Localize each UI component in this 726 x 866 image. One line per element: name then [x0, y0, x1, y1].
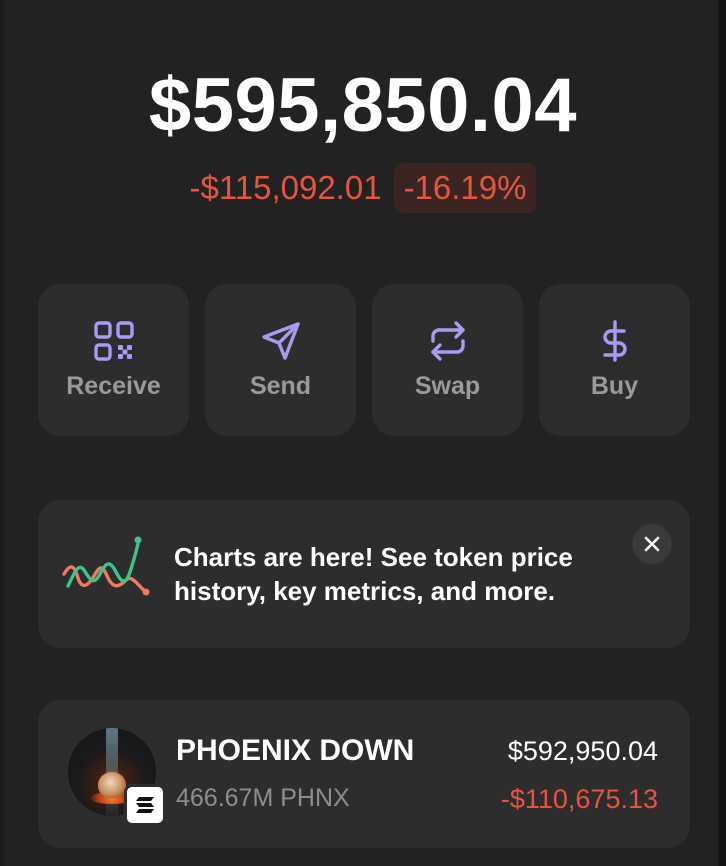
action-buttons: Receive Send Swap Buy [38, 284, 690, 436]
balance-change: -$115,092.01 -16.19% [0, 163, 726, 213]
total-balance: $595,850.04 [148, 63, 578, 148]
solana-icon [136, 797, 154, 813]
send-icon [261, 322, 300, 360]
token-change: -$110,675.13 [500, 784, 658, 814]
chain-badge [124, 784, 166, 826]
charts-announcement-banner: Charts are here! See token price history… [38, 500, 690, 648]
charts-announcement-text: Charts are here! See token price history… [174, 542, 573, 606]
chart-icon [62, 536, 150, 596]
dollar-icon [602, 320, 627, 362]
close-banner-button[interactable] [632, 524, 672, 564]
swap-button-label: Swap [414, 372, 481, 400]
balance-change-amount: -$115,092.01 [189, 169, 382, 206]
buy-button-label: Buy [590, 372, 639, 400]
token-value: $592,950.04 [507, 736, 658, 766]
send-button-label: Send [249, 372, 312, 400]
send-button[interactable]: Send [205, 284, 356, 436]
token-amount: 466.67M PHNX [176, 784, 350, 812]
wallet-window: $595,850.04 -$115,092.01 -16.19% Receive [0, 0, 726, 866]
token-name: PHOENIX DOWN [176, 734, 415, 767]
qr-code-icon [93, 321, 134, 361]
receive-button[interactable]: Receive [38, 284, 189, 436]
swap-icon [430, 321, 465, 361]
receive-button-label: Receive [66, 372, 161, 400]
close-icon [644, 536, 660, 552]
token-row[interactable]: PHOENIX DOWN 466.67M PHNX $592,950.04 -$… [38, 700, 690, 848]
balance-change-percent-badge: -16.19% [393, 163, 537, 213]
buy-button[interactable]: Buy [539, 284, 690, 436]
swap-button[interactable]: Swap [372, 284, 523, 436]
